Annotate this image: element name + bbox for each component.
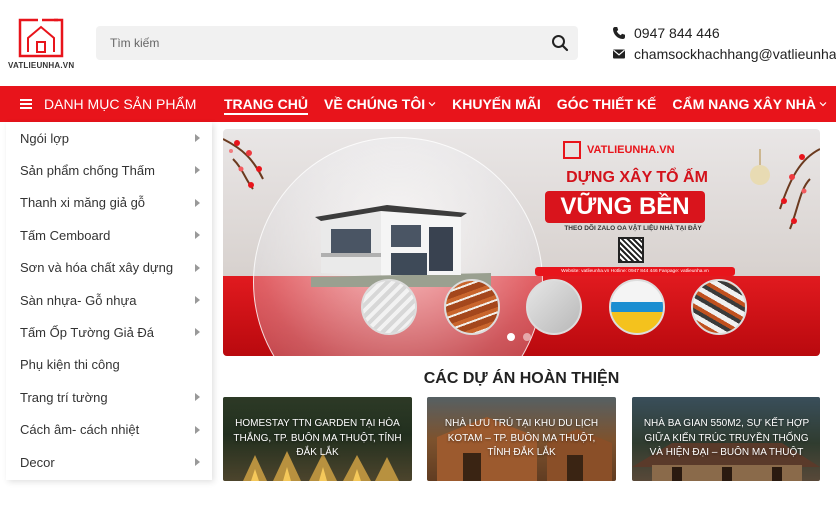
sidebar-item-faux-stone-wall[interactable]: Tấm Ốp Tường Giả Đá bbox=[6, 316, 212, 348]
search-bar bbox=[96, 26, 578, 60]
main-navbar: DANH MỤC SẢN PHẨM TRANG CHỦ VỀ CHÚNG TÔI… bbox=[0, 86, 836, 122]
category-menu-button[interactable]: DANH MỤC SẢN PHẨM bbox=[0, 86, 212, 122]
project-card[interactable]: NHÀ BA GIAN 550M2, SỰ KẾT HỢP GIỮA KIẾN … bbox=[632, 397, 820, 481]
chevron-right-icon bbox=[195, 295, 200, 304]
site-header: VATLIEUNHA.VN 0947 844 446 chamsockhachh… bbox=[0, 0, 836, 86]
nav-item-label: VỀ CHÚNG TÔI bbox=[324, 96, 426, 112]
sidebar-item-label: Ngói lợp bbox=[20, 130, 69, 146]
sidebar-item-label: Phụ kiện thi công bbox=[20, 357, 120, 373]
product-insulation-foil bbox=[361, 279, 417, 335]
nav-item-promotions[interactable]: KHUYẾN MÃI bbox=[452, 86, 541, 122]
hamburger-icon bbox=[20, 99, 32, 109]
chevron-right-icon bbox=[195, 231, 200, 240]
carousel-dot[interactable] bbox=[523, 333, 531, 341]
sidebar-item-wall-decor[interactable]: Trang trí tường bbox=[6, 381, 212, 413]
contact-info: 0947 844 446 chamsockhachhang@vatlieunha bbox=[612, 22, 836, 64]
product-cement-board bbox=[526, 279, 582, 335]
project-card[interactable]: NHÀ LƯU TRÚ TẠI KHU DU LỊCH KOTAM – TP. … bbox=[427, 397, 616, 481]
nav-item-label: TRANG CHỦ bbox=[224, 96, 308, 112]
project-card-title: HOMESTAY TTN GARDEN TẠI HÒA THẮNG, TP. B… bbox=[233, 418, 402, 458]
projects-section-title: CÁC DỰ ÁN HOÀN THIỆN bbox=[423, 370, 620, 387]
chevron-right-icon bbox=[195, 166, 200, 175]
house-logo-icon bbox=[18, 18, 64, 58]
sidebar-item-faux-wood-bars[interactable]: Thanh xi măng giả gỗ bbox=[6, 187, 212, 219]
sidebar-item-label: Sản phẩm chống Thấm bbox=[20, 163, 155, 179]
sidebar-item-label: Sàn nhựa- Gỗ nhựa bbox=[20, 292, 137, 308]
nav-item-label: CẨM NANG XÂY NHÀ bbox=[672, 96, 816, 112]
chevron-right-icon bbox=[195, 263, 200, 272]
project-cards: HOMESTAY TTN GARDEN TẠI HÒA THẮNG, TP. B… bbox=[223, 397, 820, 481]
search-icon[interactable] bbox=[550, 33, 570, 53]
sidebar-item-decor[interactable]: Decor bbox=[6, 446, 212, 478]
house-logo-icon bbox=[563, 141, 581, 159]
category-sidebar: Ngói lợp Sản phẩm chống Thấm Thanh xi mă… bbox=[6, 122, 212, 480]
carousel-dot[interactable] bbox=[507, 333, 515, 341]
sidebar-item-paint-chemicals[interactable]: Sơn và hóa chất xây dựng bbox=[6, 252, 212, 284]
nav-links: TRANG CHỦ VỀ CHÚNG TÔI KHUYẾN MÃI GÓC TH… bbox=[224, 86, 836, 122]
chevron-right-icon bbox=[195, 328, 200, 337]
email-address: chamsockhachhang@vatlieunha bbox=[634, 45, 836, 62]
search-input[interactable] bbox=[96, 26, 536, 60]
project-card-title: NHÀ LƯU TRÚ TẠI KHU DU LỊCH KOTAM – TP. … bbox=[444, 418, 599, 458]
sidebar-item-label: Trang trí tường bbox=[20, 389, 108, 405]
chevron-right-icon bbox=[195, 393, 200, 402]
sidebar-item-label: Thanh xi măng giả gỗ bbox=[20, 195, 146, 211]
sidebar-item-label: Decor bbox=[20, 454, 55, 470]
banner-contact-strip: Website: vatlieunha.vn Hotline: 0947 844… bbox=[535, 267, 735, 276]
site-logo[interactable]: VATLIEUNHA.VN bbox=[8, 14, 74, 72]
banner-headline: DỰNG XÂY TỔ ẤM bbox=[566, 169, 708, 186]
logo-text: VATLIEUNHA.VN bbox=[8, 61, 75, 70]
blossom-branch-decoration bbox=[750, 148, 820, 230]
sidebar-item-label: Sơn và hóa chất xây dựng bbox=[20, 260, 174, 276]
carousel-dots bbox=[507, 333, 531, 341]
product-paint-buckets bbox=[608, 279, 665, 335]
project-card-title: NHÀ BA GIAN 550M2, SỰ KẾT HỢP GIỮA KIẾN … bbox=[643, 418, 810, 458]
chevron-down-icon bbox=[819, 102, 827, 107]
banner-products bbox=[361, 279, 747, 335]
product-roof-tiles bbox=[691, 279, 747, 335]
chevron-right-icon bbox=[195, 425, 200, 434]
sidebar-item-roof-tiles[interactable]: Ngói lợp bbox=[6, 122, 212, 154]
banner-subtitle: THEO DÕI ZALO OA VẬT LIỆU NHÀ TẠI ĐÂY bbox=[564, 225, 702, 232]
nav-item-about[interactable]: VỀ CHÚNG TÔI bbox=[324, 86, 436, 122]
chevron-right-icon bbox=[195, 457, 200, 466]
nav-item-design-corner[interactable]: GÓC THIẾT KẾ bbox=[557, 86, 657, 122]
sidebar-item-insulation[interactable]: Cách âm- cách nhiệt bbox=[6, 414, 212, 446]
project-card[interactable]: HOMESTAY TTN GARDEN TẠI HÒA THẮNG, TP. B… bbox=[223, 397, 412, 481]
hero-banner[interactable]: VATLIEUNHA.VN DỰNG XÂY TỔ ẤM VỮNG BỀN TH… bbox=[223, 129, 820, 356]
banner-headline-highlight: VỮNG BỀN bbox=[545, 191, 705, 223]
phone-row[interactable]: 0947 844 446 bbox=[612, 22, 836, 43]
sidebar-item-accessories[interactable]: Phụ kiện thi công bbox=[6, 349, 212, 381]
sidebar-item-label: Tấm Ốp Tường Giả Đá bbox=[20, 325, 155, 341]
product-wood-planks bbox=[443, 279, 500, 335]
modern-house-image bbox=[311, 205, 491, 287]
chevron-down-icon bbox=[428, 102, 436, 107]
nav-item-home[interactable]: TRANG CHỦ bbox=[224, 86, 308, 122]
nav-item-building-guide[interactable]: CẨM NANG XÂY NHÀ bbox=[672, 86, 827, 122]
email-row[interactable]: chamsockhachhang@vatlieunha bbox=[612, 43, 836, 64]
nav-item-label: GÓC THIẾT KẾ bbox=[556, 96, 657, 112]
phone-number: 0947 844 446 bbox=[634, 24, 720, 41]
sidebar-item-plastic-floor[interactable]: Sàn nhựa- Gỗ nhựa bbox=[6, 284, 212, 316]
qr-code bbox=[618, 237, 644, 263]
sidebar-item-label: Tấm Cemboard bbox=[20, 227, 111, 243]
sidebar-item-label: Cách âm- cách nhiệt bbox=[20, 422, 140, 438]
sidebar-item-waterproofing[interactable]: Sản phẩm chống Thấm bbox=[6, 154, 212, 186]
sidebar-item-cemboard[interactable]: Tấm Cemboard bbox=[6, 219, 212, 251]
chevron-right-icon bbox=[195, 198, 200, 207]
banner-brand-text: VATLIEUNHA.VN bbox=[587, 144, 675, 156]
envelope-icon bbox=[613, 49, 625, 58]
phone-icon bbox=[613, 26, 625, 39]
category-menu-label: DANH MỤC SẢN PHẨM bbox=[44, 96, 197, 112]
banner-brand: VATLIEUNHA.VN bbox=[563, 139, 713, 161]
nav-item-label: KHUYẾN MÃI bbox=[452, 96, 541, 112]
chevron-right-icon bbox=[195, 134, 200, 142]
